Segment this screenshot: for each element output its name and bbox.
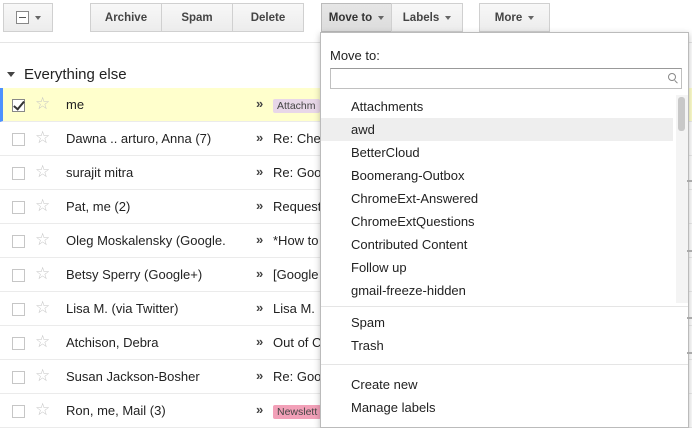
subject: Newslett bbox=[273, 403, 322, 419]
row-checkbox[interactable] bbox=[12, 133, 25, 146]
importance-marker-icon[interactable]: » bbox=[256, 198, 263, 213]
star-icon[interactable]: ☆ bbox=[35, 231, 50, 249]
select-menu-button[interactable] bbox=[3, 3, 53, 32]
menu-item-label[interactable]: Follow up bbox=[321, 256, 673, 279]
move-to-button[interactable]: Move to bbox=[321, 3, 392, 32]
subject: [Google bbox=[273, 267, 319, 282]
sender-name: Atchison, Debra bbox=[66, 335, 159, 350]
importance-marker-icon[interactable]: » bbox=[256, 232, 263, 247]
labels-button[interactable]: Labels bbox=[391, 3, 463, 32]
labels-label: Labels bbox=[402, 11, 440, 24]
importance-marker-icon[interactable]: » bbox=[256, 266, 263, 281]
chevron-down-icon bbox=[378, 15, 385, 20]
subject: Attachm bbox=[273, 97, 320, 113]
search-icon bbox=[668, 73, 676, 81]
menu-item-label[interactable]: Attachments bbox=[321, 95, 673, 118]
menu-divider bbox=[321, 306, 688, 307]
clipped-edge bbox=[687, 352, 692, 354]
label-options: Attachments awd BetterCloud Boomerang-Outbo… bbox=[321, 95, 673, 302]
row-checkbox[interactable] bbox=[12, 167, 25, 180]
move-to-menu: Move to: Attachments awd BetterCloud Boomer… bbox=[320, 32, 689, 428]
more-label: More bbox=[494, 11, 523, 24]
clipped-edge bbox=[687, 317, 692, 319]
row-checkbox[interactable] bbox=[12, 201, 25, 214]
scrollbar-thumb[interactable] bbox=[678, 97, 685, 131]
importance-marker-icon[interactable]: » bbox=[256, 164, 263, 179]
sender-name: Susan Jackson-Bosher bbox=[66, 369, 200, 384]
menu-item-spam[interactable]: Spam bbox=[351, 315, 385, 330]
subject: Lisa M. bbox=[273, 301, 315, 316]
subject: Re: Goo bbox=[273, 369, 322, 384]
clipped-edge bbox=[687, 180, 692, 182]
importance-marker-icon[interactable]: » bbox=[256, 334, 263, 349]
menu-item-label[interactable]: ChromeExtQuestions bbox=[321, 210, 673, 233]
triangle-down-icon[interactable] bbox=[7, 71, 15, 77]
row-checkbox[interactable] bbox=[12, 235, 25, 248]
sender-name: Oleg Moskalensky (Google. bbox=[66, 233, 226, 248]
label-chip[interactable]: Attachm bbox=[273, 99, 320, 113]
label-search-input[interactable] bbox=[330, 68, 682, 89]
checkbox-icon bbox=[15, 11, 29, 24]
section-title: Everything else bbox=[24, 65, 127, 83]
star-icon[interactable]: ☆ bbox=[35, 163, 50, 181]
menu-item-manage-labels[interactable]: Manage labels bbox=[351, 400, 436, 415]
subject: Out of C bbox=[273, 335, 322, 350]
archive-button[interactable]: Archive bbox=[90, 3, 162, 32]
importance-marker-icon[interactable]: » bbox=[256, 130, 263, 145]
subject: Re: Che bbox=[273, 131, 321, 146]
importance-marker-icon[interactable]: » bbox=[256, 402, 263, 417]
label-chip[interactable]: Newslett bbox=[273, 405, 322, 419]
star-icon[interactable]: ☆ bbox=[35, 367, 50, 385]
move-to-label: Move to bbox=[328, 11, 373, 24]
menu-item-label[interactable]: Contributed Content bbox=[321, 233, 673, 256]
star-icon[interactable]: ☆ bbox=[35, 197, 50, 215]
sender-name: Betsy Sperry (Google+) bbox=[66, 267, 203, 282]
menu-item-label[interactable]: Boomerang-Outbox bbox=[321, 164, 673, 187]
star-icon[interactable]: ☆ bbox=[35, 265, 50, 283]
section-header[interactable]: Everything else bbox=[0, 62, 127, 86]
spam-button[interactable]: Spam bbox=[161, 3, 233, 32]
importance-marker-icon[interactable]: » bbox=[256, 368, 263, 383]
menu-divider bbox=[321, 364, 688, 365]
menu-item-label[interactable]: ChromeExt-Answered bbox=[321, 187, 673, 210]
star-icon[interactable]: ☆ bbox=[35, 129, 50, 147]
menu-scrollbar[interactable] bbox=[676, 95, 688, 303]
sender-name: Pat, me (2) bbox=[66, 199, 131, 214]
row-checkbox[interactable] bbox=[12, 269, 25, 282]
more-button[interactable]: More bbox=[479, 3, 550, 32]
menu-item-label[interactable]: awd bbox=[321, 118, 673, 141]
chevron-down-icon bbox=[528, 15, 535, 20]
menu-title: Move to: bbox=[330, 48, 380, 63]
row-checkbox[interactable] bbox=[12, 405, 25, 418]
sender-name: Dawna .. arturo, Anna (7) bbox=[66, 131, 212, 146]
importance-marker-icon[interactable]: » bbox=[256, 96, 263, 111]
menu-item-trash[interactable]: Trash bbox=[351, 338, 384, 353]
row-checkbox[interactable] bbox=[12, 337, 25, 350]
importance-marker-icon[interactable]: » bbox=[256, 300, 263, 315]
subject: Request bbox=[273, 199, 322, 214]
star-icon[interactable]: ☆ bbox=[35, 95, 50, 113]
row-checkbox[interactable] bbox=[12, 99, 25, 112]
delete-button[interactable]: Delete bbox=[232, 3, 304, 32]
star-icon[interactable]: ☆ bbox=[35, 333, 50, 351]
row-checkbox[interactable] bbox=[12, 303, 25, 316]
sender-name: Ron, me, Mail (3) bbox=[66, 403, 166, 418]
menu-item-label[interactable]: gmail-freeze-hidden bbox=[321, 279, 673, 302]
menu-item-label[interactable]: BetterCloud bbox=[321, 141, 673, 164]
row-checkbox[interactable] bbox=[12, 371, 25, 384]
sender-name: Lisa M. (via Twitter) bbox=[66, 301, 179, 316]
menu-item-create-new[interactable]: Create new bbox=[351, 377, 417, 392]
star-icon[interactable]: ☆ bbox=[35, 401, 50, 419]
sender-name: me bbox=[66, 97, 85, 112]
clipped-edge bbox=[687, 250, 692, 252]
chevron-down-icon bbox=[445, 15, 452, 20]
star-icon[interactable]: ☆ bbox=[35, 299, 50, 317]
subject: *How to bbox=[273, 233, 319, 248]
subject: Re: Goo bbox=[273, 165, 322, 180]
chevron-down-icon bbox=[34, 15, 41, 20]
sender-name: surajit mitra bbox=[66, 165, 134, 180]
